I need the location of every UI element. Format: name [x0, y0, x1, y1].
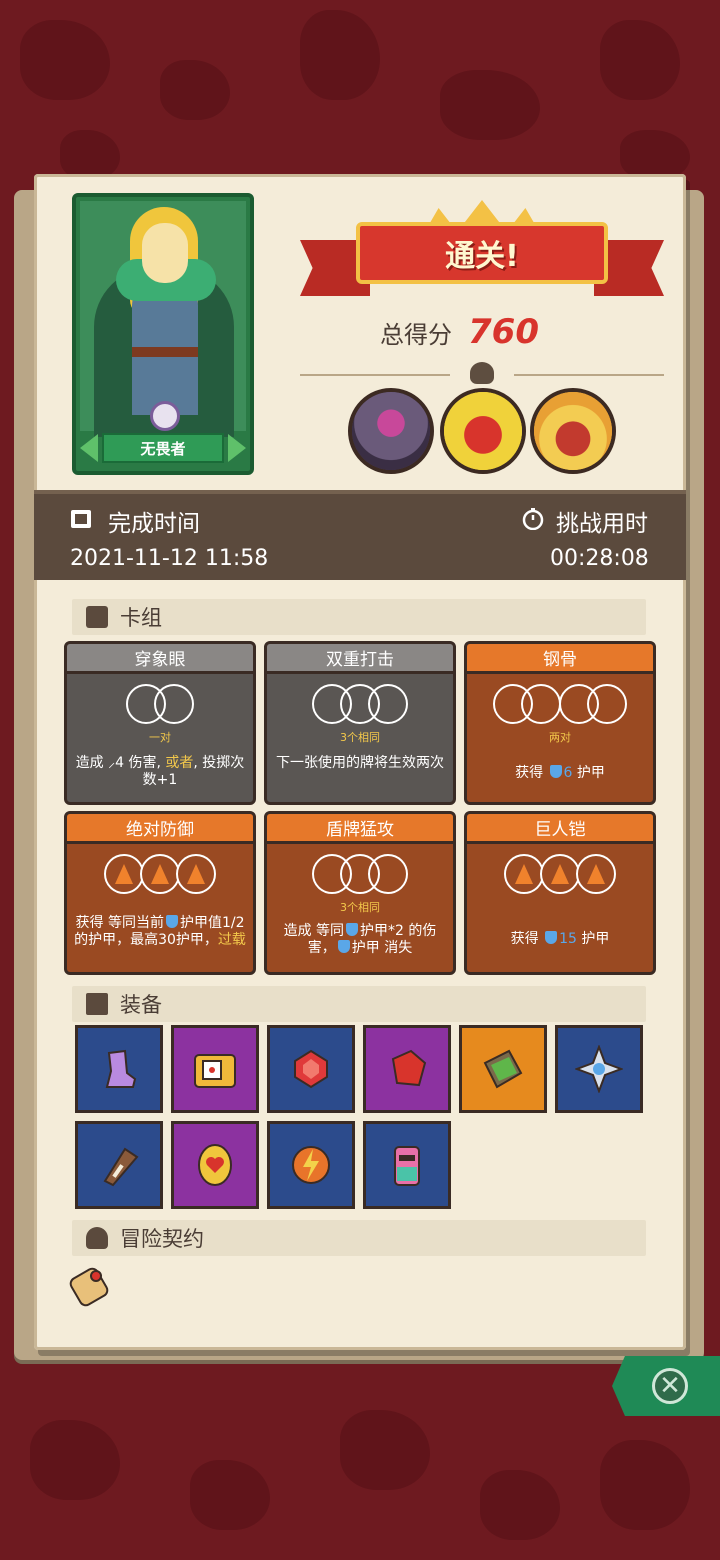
skill-card-title: 盾牌猛攻	[267, 814, 453, 844]
duration-label: 挑战用时	[556, 511, 648, 537]
close-tab[interactable]: ✕	[612, 1356, 720, 1416]
skill-card-desc: 造成 等同 护甲*2 的伤害， 护甲 消失	[283, 923, 437, 956]
equipment-silver-cross[interactable]	[555, 1025, 643, 1113]
score-label: 总得分	[380, 320, 452, 349]
clear-banner: 通关!	[300, 200, 664, 310]
divider-left	[300, 374, 450, 376]
banner-title: 通关!	[445, 239, 519, 274]
ruby-icon	[391, 1049, 427, 1087]
contract-section-title: 冒险契约	[120, 1227, 204, 1251]
dice-requirement: 3个相同	[340, 731, 380, 744]
skill-card-title: 绝对防御	[67, 814, 253, 844]
equipment-lightning-orb[interactable]	[267, 1121, 355, 1209]
lightning-orb-icon	[292, 1146, 330, 1184]
equipment-dice-chest[interactable]	[171, 1025, 259, 1113]
skill-card-desc: 获得 15 护甲	[510, 931, 610, 947]
hero-next-arrow-icon	[228, 434, 246, 462]
skill-card-desc: 下一张使用的牌将生效两次	[276, 755, 444, 771]
equipment-horn[interactable]	[75, 1121, 163, 1209]
dice-requirement: 一对	[149, 731, 171, 744]
duration-value: 00:28:08	[550, 546, 649, 571]
stopwatch-icon	[522, 508, 544, 530]
boss-portrait-2	[440, 388, 526, 474]
equipment-moss-stone[interactable]	[459, 1025, 547, 1113]
box-icon	[86, 993, 108, 1015]
hero-gem-icon	[150, 401, 180, 431]
heart-rune-icon	[198, 1144, 232, 1186]
crystal-boot-icon	[105, 1049, 137, 1088]
divider-right	[514, 374, 664, 376]
equipment-section-title: 装备	[120, 993, 162, 1017]
skill-card-5[interactable]: 盾牌猛攻 3个相同 造成 等同 护甲*2 的伤害， 护甲 消失	[264, 811, 456, 975]
skill-card-title: 巨人铠	[467, 814, 653, 844]
contract-section-header: 冒险契约	[72, 1220, 646, 1256]
contract-scroll-icon[interactable]	[68, 1262, 114, 1312]
totem-icon	[394, 1146, 420, 1186]
equipment-heart-rune[interactable]	[171, 1121, 259, 1209]
dice-requirement: 3个相同	[340, 901, 380, 914]
skill-card-desc: 造成 ⸝4 伤害, 或者, 投掷次数+1	[75, 755, 245, 788]
skill-card-4[interactable]: 绝对防御 获得 等同当前 护甲值1/2的护甲，最高30护甲，过载	[64, 811, 256, 975]
equipment-totem[interactable]	[363, 1121, 451, 1209]
deck-section-title: 卡组	[120, 606, 162, 630]
film-icon	[71, 510, 91, 528]
person-icon	[86, 1227, 108, 1249]
shield-icon	[165, 915, 178, 928]
dice-chest-icon	[194, 1054, 236, 1088]
deck-section-header: 卡组	[72, 599, 646, 635]
cards-icon	[86, 606, 108, 628]
score-value: 760	[468, 312, 539, 352]
close-icon[interactable]: ✕	[652, 1368, 688, 1404]
finish-time-label: 完成时间	[108, 511, 200, 537]
shield-icon	[346, 923, 359, 936]
hero-prev-arrow-icon	[80, 434, 98, 462]
hero-portrait: 无畏者	[72, 193, 254, 475]
skill-card-title: 钢骨	[467, 644, 653, 674]
shield-icon	[337, 940, 350, 953]
skill-card-desc: 获得 等同当前 护甲值1/2的护甲，最高30护甲，过载	[74, 915, 246, 948]
equipment-red-gem[interactable]	[267, 1025, 355, 1113]
boss-portrait-3	[530, 388, 616, 474]
skill-card-3[interactable]: 钢骨 两对 获得 6 护甲	[464, 641, 656, 805]
skill-card-6[interactable]: 巨人铠 获得 15 护甲	[464, 811, 656, 975]
equipment-ruby[interactable]	[363, 1025, 451, 1113]
skill-card-desc: 获得 6 护甲	[515, 765, 605, 781]
silver-cross-icon	[575, 1045, 623, 1093]
moss-stone-icon	[483, 1049, 523, 1089]
equipment-crystal-boot[interactable]	[75, 1025, 163, 1113]
hero-name: 无畏者	[102, 433, 224, 463]
skull-icon	[470, 362, 494, 384]
score-row: 总得分 760	[380, 312, 539, 352]
skill-card-title: 双重打击	[267, 644, 453, 674]
skill-card-title: 穿象眼	[67, 644, 253, 674]
equipment-section-header: 装备	[72, 986, 646, 1022]
skill-card-2[interactable]: 双重打击 3个相同 下一张使用的牌将生效两次	[264, 641, 456, 805]
boss-portrait-1	[348, 388, 434, 474]
skill-card-1[interactable]: 穿象眼 一对 造成 ⸝4 伤害, 或者, 投掷次数+1	[64, 641, 256, 805]
dice-requirement: 两对	[549, 731, 571, 744]
time-bar: 完成时间 2021-11-12 11:58 挑战用时 00:28:08	[34, 490, 686, 580]
horn-icon	[103, 1147, 139, 1187]
shield-icon	[545, 931, 558, 944]
shield-icon	[549, 765, 562, 778]
finish-time-value: 2021-11-12 11:58	[70, 546, 269, 571]
red-gem-icon	[294, 1049, 328, 1089]
